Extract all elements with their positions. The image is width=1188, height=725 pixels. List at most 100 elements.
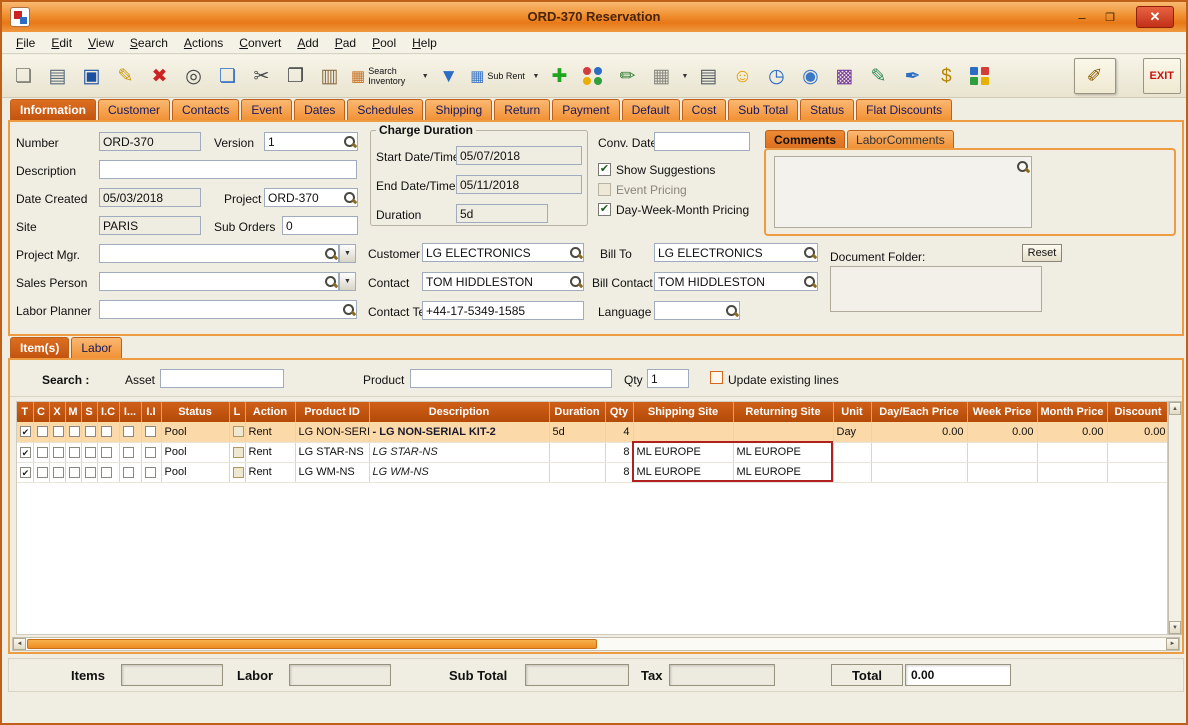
- cell-action[interactable]: Rent: [245, 462, 296, 483]
- col-header-status[interactable]: Status: [161, 402, 230, 422]
- row-checkbox[interactable]: ✔: [20, 426, 31, 438]
- item-row[interactable]: ✔ Pool Rent LG WM-NS LG WM-NS 8 ML EUROPE ML EU…: [17, 462, 1167, 483]
- cell-duration[interactable]: [549, 462, 606, 483]
- row-checkbox[interactable]: [84, 466, 96, 478]
- search-inventory-dropdown-arrow[interactable]: ▼: [419, 59, 431, 93]
- col-header-c[interactable]: C: [33, 402, 50, 422]
- binoculars-button[interactable]: ◎: [177, 58, 210, 94]
- col-header-l[interactable]: L: [229, 402, 246, 422]
- cell-status[interactable]: Pool: [161, 442, 230, 463]
- site-field[interactable]: [99, 216, 201, 235]
- col-header-i-c[interactable]: I.C: [97, 402, 120, 422]
- save-button[interactable]: ▣: [75, 58, 108, 94]
- cell-duration[interactable]: 5d: [549, 422, 606, 443]
- row-checkbox[interactable]: [122, 446, 134, 458]
- row-checkbox[interactable]: [100, 446, 112, 458]
- cell-status[interactable]: Pool: [161, 462, 230, 483]
- tab-return[interactable]: Return: [494, 99, 551, 120]
- cell-product_id[interactable]: LG NON-SERIA...: [295, 422, 370, 443]
- tab-sub-total[interactable]: Sub Total: [728, 99, 799, 120]
- cell-discount[interactable]: [1107, 442, 1167, 463]
- col-header-duration[interactable]: Duration: [549, 402, 606, 422]
- scroll-left-arrow[interactable]: ◄: [13, 638, 26, 650]
- cell-qty[interactable]: 8: [605, 462, 634, 483]
- print-button[interactable]: ▤: [41, 58, 74, 94]
- update-existing-checkbox[interactable]: [710, 371, 723, 384]
- smiley-button[interactable]: ☺: [726, 58, 759, 94]
- document-folder-box[interactable]: [830, 266, 1042, 312]
- scrollbar-thumb[interactable]: [27, 639, 597, 649]
- sales-person-search-icon[interactable]: [324, 275, 337, 288]
- sub-rent-button[interactable]: ▦ Sub Rent: [466, 58, 529, 94]
- edit-note-button[interactable]: ✏: [611, 58, 644, 94]
- menu-pad[interactable]: Pad: [327, 34, 364, 52]
- project-mgr-search-icon[interactable]: [324, 247, 337, 260]
- cell-returning_site[interactable]: ML EUROPE: [733, 462, 834, 483]
- minimize-button[interactable]: –: [1070, 6, 1094, 28]
- end-date-field[interactable]: [456, 175, 582, 194]
- col-header-x[interactable]: X: [49, 402, 66, 422]
- cell-returning_site[interactable]: ML EUROPE: [733, 442, 834, 463]
- bill-contact-search-icon[interactable]: [803, 275, 816, 288]
- contact-field[interactable]: [422, 272, 584, 291]
- tab-laborcomments[interactable]: LaborComments: [847, 130, 954, 148]
- cell-unit[interactable]: [833, 442, 872, 463]
- row-checkbox[interactable]: [144, 466, 156, 478]
- tab-default[interactable]: Default: [621, 99, 680, 120]
- tab-schedules[interactable]: Schedules: [347, 99, 424, 120]
- pen-button[interactable]: ✒: [896, 58, 929, 94]
- labor-planner-search-icon[interactable]: [342, 303, 355, 316]
- close-button[interactable]: ✕: [1136, 6, 1174, 28]
- tab-cost[interactable]: Cost: [681, 99, 727, 120]
- day-week-month-checkbox[interactable]: ✔: [598, 203, 611, 216]
- row-checkbox[interactable]: [84, 426, 96, 438]
- tab-event[interactable]: Event: [241, 99, 293, 120]
- show-suggestions-checkbox[interactable]: ✔: [598, 163, 611, 176]
- cell-shipping_site[interactable]: [633, 422, 734, 443]
- col-header-t[interactable]: T: [17, 402, 34, 422]
- bill-to-field[interactable]: [654, 243, 818, 262]
- grid-menu-dropdown-arrow[interactable]: ▼: [679, 59, 691, 93]
- tab-payment[interactable]: Payment: [552, 99, 620, 120]
- col-header-s[interactable]: S: [81, 402, 98, 422]
- number-field[interactable]: [99, 132, 201, 151]
- product-search-input[interactable]: [410, 369, 612, 388]
- cell-month_price[interactable]: [1037, 442, 1108, 463]
- cd-disk-button[interactable]: ◉: [794, 58, 827, 94]
- cell-action[interactable]: Rent: [245, 422, 296, 443]
- cell-product_id[interactable]: LG STAR-NS: [295, 442, 370, 463]
- reset-button[interactable]: Reset: [1022, 244, 1062, 262]
- add-line-button[interactable]: ✚: [543, 58, 576, 94]
- colored-balls-button[interactable]: [577, 58, 610, 94]
- menu-pool[interactable]: Pool: [364, 34, 404, 52]
- event-pricing-checkbox[interactable]: [598, 183, 611, 196]
- row-checkbox[interactable]: [122, 466, 134, 478]
- customer-field[interactable]: [422, 243, 584, 262]
- start-date-field[interactable]: [456, 146, 582, 165]
- scroll-down-arrow[interactable]: ▼: [1169, 621, 1181, 634]
- cell-week_price[interactable]: [967, 442, 1038, 463]
- clock-button[interactable]: ◷: [760, 58, 793, 94]
- language-search-icon[interactable]: [725, 304, 738, 317]
- col-header-returning-site[interactable]: Returning Site: [733, 402, 834, 422]
- date-created-field[interactable]: [99, 188, 201, 207]
- edit-pencil-button[interactable]: ✎: [109, 58, 142, 94]
- tab-customer[interactable]: Customer: [98, 99, 171, 120]
- col-header-qty[interactable]: Qty: [605, 402, 634, 422]
- project-mgr-dropdown[interactable]: ▼: [339, 244, 356, 263]
- row-checkbox[interactable]: [100, 426, 112, 438]
- copy-button[interactable]: ❐: [279, 58, 312, 94]
- menu-file[interactable]: File: [8, 34, 43, 52]
- cell-day_each_price[interactable]: 0.00: [871, 422, 968, 443]
- col-header-i-i[interactable]: I.I: [141, 402, 162, 422]
- row-checkbox[interactable]: [52, 426, 64, 438]
- cell-unit[interactable]: [833, 462, 872, 483]
- cell-returning_site[interactable]: [733, 422, 834, 443]
- sales-person-dropdown[interactable]: ▼: [339, 272, 356, 291]
- new-document-button[interactable]: ❏: [7, 58, 40, 94]
- tab-dates[interactable]: Dates: [294, 99, 346, 120]
- col-header-day-each-price[interactable]: Day/Each Price: [871, 402, 968, 422]
- menu-actions[interactable]: Actions: [176, 34, 231, 52]
- maximize-button[interactable]: ❐: [1098, 6, 1122, 28]
- cell-description[interactable]: - LG NON-SERIAL KIT-2: [369, 422, 550, 443]
